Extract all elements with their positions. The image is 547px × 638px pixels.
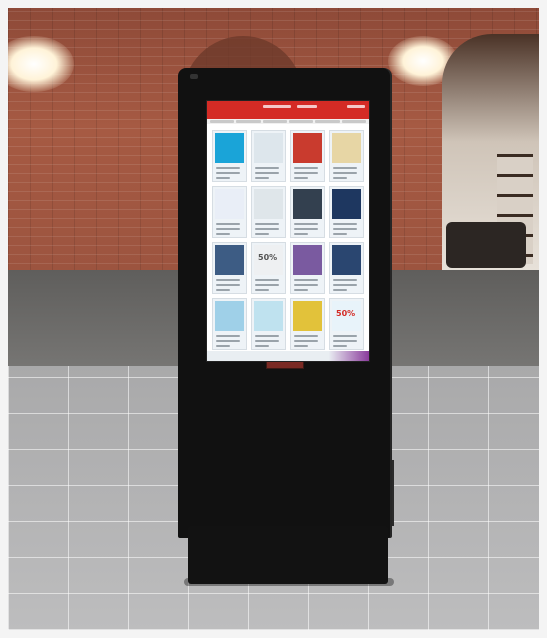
product-tile[interactable]: 50% [251, 242, 286, 294]
product-caption-line [216, 177, 230, 179]
nav-item[interactable] [341, 120, 366, 123]
product-caption-line [255, 340, 279, 342]
product-caption-line [294, 340, 318, 342]
product-caption-line [333, 223, 357, 225]
header-bar [263, 105, 291, 108]
product-image [215, 301, 244, 331]
product-image [254, 133, 283, 163]
kiosk-base [188, 526, 388, 584]
product-caption-line [255, 223, 279, 225]
product-tile[interactable] [329, 186, 364, 238]
product-caption-line [255, 284, 279, 286]
product-image [332, 245, 361, 275]
product-caption-line [333, 172, 357, 174]
product-image [254, 189, 283, 219]
product-caption-line [333, 335, 357, 337]
product-caption-line [255, 177, 269, 179]
product-tile[interactable] [212, 186, 247, 238]
header-bar [347, 105, 365, 108]
product-caption-line [255, 167, 279, 169]
product-tile[interactable] [329, 130, 364, 182]
product-image [332, 189, 361, 219]
nav-item[interactable] [210, 120, 235, 123]
product-caption-line [294, 345, 308, 347]
product-tile[interactable] [290, 242, 325, 294]
product-image [215, 245, 244, 275]
photo: 50% 50% [8, 8, 539, 630]
product-caption-line [255, 289, 269, 291]
product-caption-line [333, 167, 357, 169]
product-caption-line [216, 284, 240, 286]
product-caption-line [333, 284, 357, 286]
product-caption-line [216, 289, 230, 291]
product-caption-line [294, 279, 318, 281]
product-tile[interactable] [212, 130, 247, 182]
product-caption-line [333, 228, 357, 230]
nav-item[interactable] [315, 120, 340, 123]
product-image [215, 189, 244, 219]
product-image [254, 301, 283, 331]
discount-label: 50% [336, 309, 356, 318]
product-caption-line [333, 177, 347, 179]
screen-footer [207, 351, 369, 361]
product-image [332, 133, 361, 163]
nav-item[interactable] [262, 120, 287, 123]
shop-doorway [442, 34, 539, 274]
product-caption-line [216, 172, 240, 174]
product-tile[interactable]: 50% [329, 298, 364, 350]
product-caption-line [255, 233, 269, 235]
product-caption-line [216, 345, 230, 347]
product-tile[interactable] [290, 130, 325, 182]
product-caption-line [294, 228, 318, 230]
product-caption-line [216, 335, 240, 337]
product-tile[interactable] [329, 242, 364, 294]
product-caption-line [294, 289, 308, 291]
nav-item[interactable] [288, 120, 314, 123]
product-image [293, 301, 322, 331]
product-caption-line [255, 345, 269, 347]
product-caption-line [255, 172, 279, 174]
product-tile[interactable] [212, 242, 247, 294]
product-caption-line [255, 279, 279, 281]
product-caption-line [294, 172, 318, 174]
product-tile[interactable] [290, 298, 325, 350]
product-image [293, 133, 322, 163]
product-tile[interactable] [212, 298, 247, 350]
product-tile[interactable] [290, 186, 325, 238]
product-image [293, 189, 322, 219]
shop-table [446, 222, 526, 268]
nav-item[interactable] [236, 120, 261, 123]
header-bar [297, 105, 317, 108]
product-caption-line [294, 335, 318, 337]
product-image [215, 133, 244, 163]
product-caption-line [255, 228, 279, 230]
product-caption-line [333, 233, 347, 235]
product-caption-line [294, 284, 318, 286]
product-caption-line [294, 233, 308, 235]
product-caption-line [216, 228, 240, 230]
product-caption-line [333, 345, 347, 347]
product-caption-line [333, 279, 357, 281]
screen-header [207, 101, 369, 119]
product-tile[interactable] [251, 186, 286, 238]
product-caption-line [333, 289, 347, 291]
product-caption-line [216, 340, 240, 342]
kiosk-camera [190, 74, 198, 79]
kiosk-screen[interactable]: 50% 50% [206, 100, 370, 362]
product-caption-line [294, 223, 318, 225]
product-caption-line [216, 279, 240, 281]
product-caption-line [216, 233, 230, 235]
discount-label: 50% [258, 253, 278, 262]
product-caption-line [333, 340, 357, 342]
product-caption-line [294, 167, 318, 169]
product-image [293, 245, 322, 275]
product-tile[interactable] [251, 130, 286, 182]
product-grid: 50% 50% [207, 124, 369, 350]
product-caption-line [216, 167, 240, 169]
product-caption-line [255, 335, 279, 337]
product-caption-line [216, 223, 240, 225]
product-caption-line [294, 177, 308, 179]
product-tile[interactable] [251, 298, 286, 350]
